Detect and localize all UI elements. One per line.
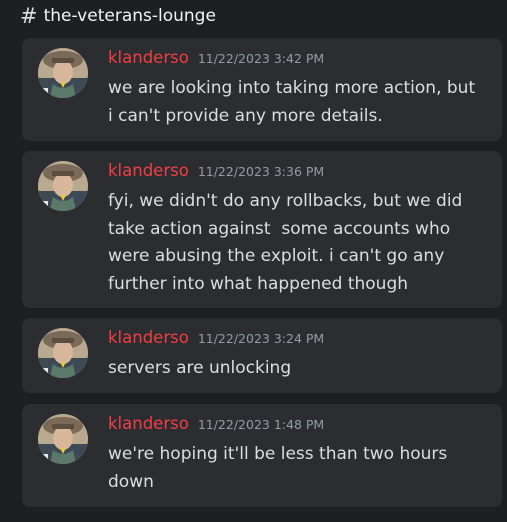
message-text: we are looking into taking more action, … [108, 75, 490, 130]
message-line: we're hoping it'll be less than two hour… [108, 444, 448, 464]
message-card[interactable]: klanderso 11/22/2023 3:36 PM fyi, we did… [22, 151, 502, 308]
username[interactable]: klanderso [108, 48, 189, 67]
timestamp: 11/22/2023 1:48 PM [197, 417, 325, 432]
message-card[interactable]: klanderso 11/22/2023 1:48 PM we're hopin… [22, 404, 502, 507]
avatar[interactable] [38, 161, 88, 211]
channel-name: the-veterans-lounge [43, 6, 216, 26]
message-text: we're hoping it'll be less than two hour… [108, 441, 490, 496]
message-header: klanderso 11/22/2023 3:24 PM [108, 328, 324, 347]
message-line: were abusing the exploit. i can't go any [108, 246, 445, 266]
message-line: servers are unlocking [108, 358, 292, 378]
username[interactable]: klanderso [108, 161, 189, 180]
message-card[interactable]: klanderso 11/22/2023 3:24 PM servers are… [22, 318, 502, 393]
message-card[interactable]: klanderso 11/22/2023 3:42 PM we are look… [22, 38, 502, 141]
message-header: klanderso 11/22/2023 3:36 PM [108, 161, 324, 180]
avatar[interactable] [38, 414, 88, 464]
message-line: take action against some accounts who [108, 218, 451, 239]
hash-icon: # [20, 4, 38, 28]
message-header: klanderso 11/22/2023 3:42 PM [108, 48, 324, 67]
username[interactable]: klanderso [108, 328, 189, 347]
message-line: i can't provide any more details. [108, 105, 383, 126]
message-line: down [108, 471, 154, 492]
avatar[interactable] [38, 48, 88, 98]
message-text: servers are unlocking [108, 355, 490, 383]
timestamp: 11/22/2023 3:24 PM [197, 331, 325, 346]
username[interactable]: klanderso [108, 414, 189, 433]
avatar[interactable] [38, 328, 88, 378]
timestamp: 11/22/2023 3:42 PM [197, 51, 325, 66]
message-header: klanderso 11/22/2023 1:48 PM [108, 414, 324, 433]
channel-header: # the-veterans-lounge [20, 4, 216, 28]
message-text: fyi, we didn't do any rollbacks, but we … [108, 188, 490, 298]
message-line: further into what happened though [108, 273, 409, 294]
message-line: fyi, we didn't do any rollbacks, but we … [108, 191, 463, 211]
message-line: we are looking into taking more action, … [108, 78, 476, 98]
timestamp: 11/22/2023 3:36 PM [197, 164, 325, 179]
